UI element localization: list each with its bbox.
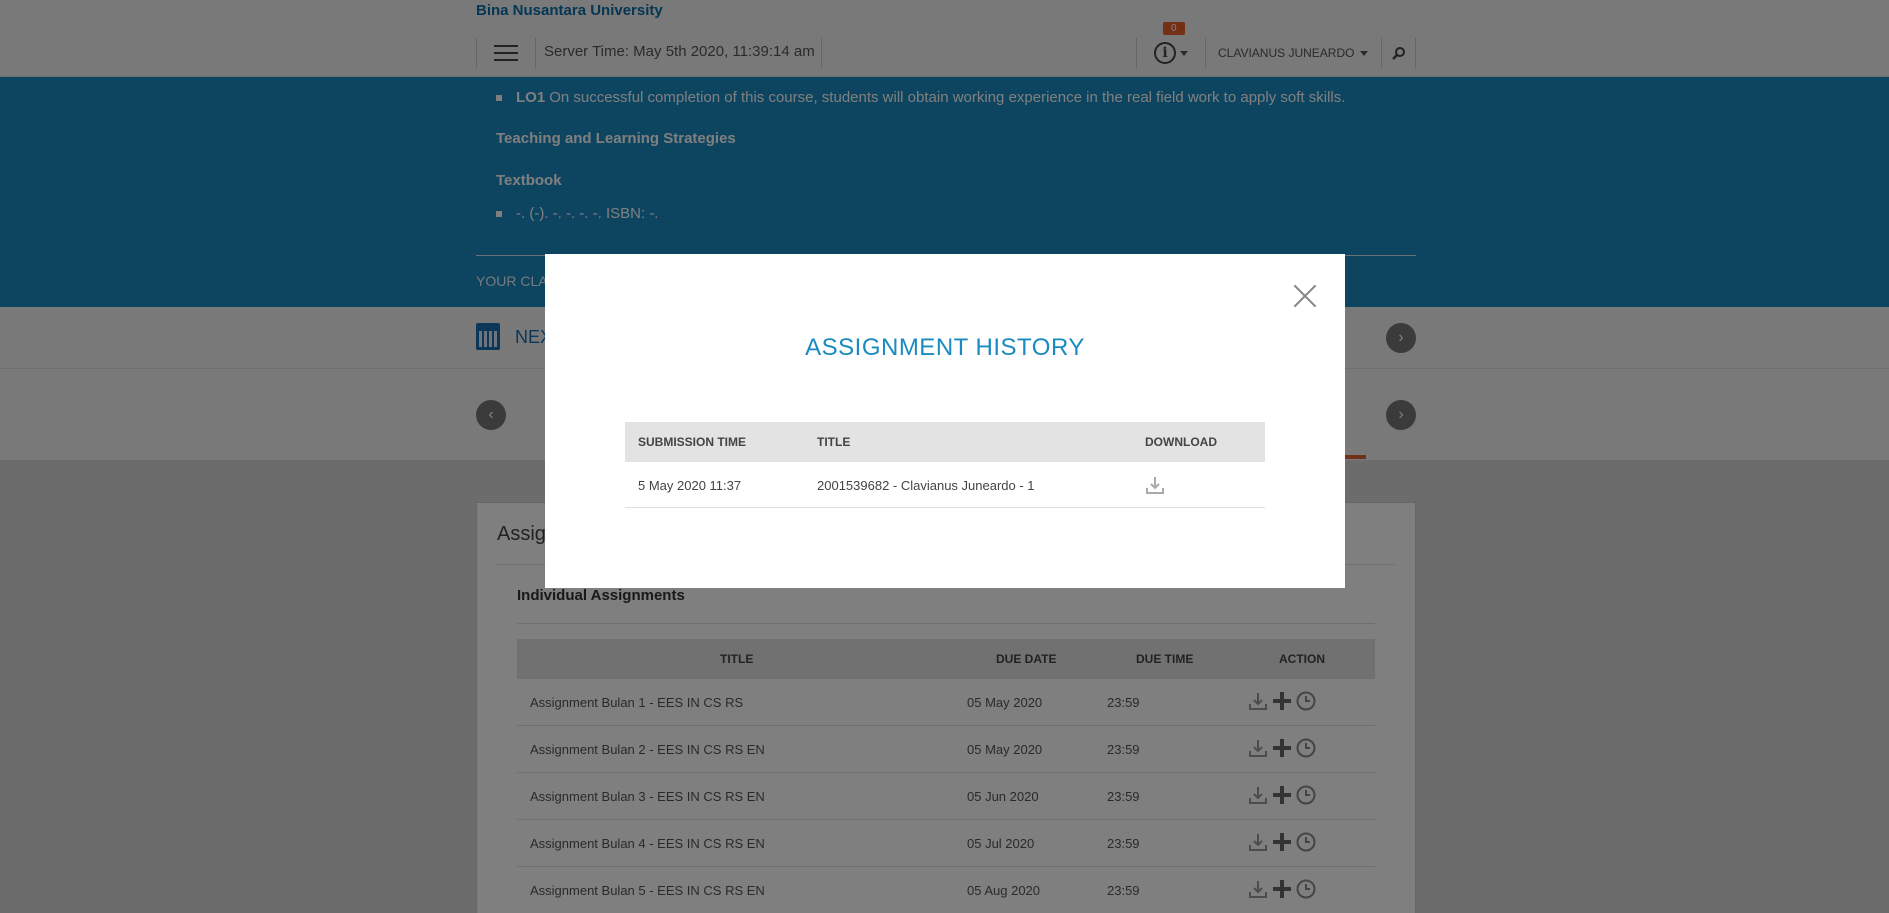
table-header: SUBMISSION TIME TITLE DOWNLOAD	[625, 422, 1265, 462]
column-header: DOWNLOAD	[1145, 435, 1217, 449]
submission-title: 2001539682 - Clavianus Juneardo - 1	[817, 478, 1035, 493]
table-row: 5 May 2020 11:37 2001539682 - Clavianus …	[625, 462, 1265, 508]
close-icon[interactable]	[1293, 284, 1317, 308]
modal-title: ASSIGNMENT HISTORY	[805, 334, 1085, 361]
assignment-history-modal: ASSIGNMENT HISTORY SUBMISSION TIME TITLE…	[545, 254, 1345, 588]
submission-time: 5 May 2020 11:37	[638, 478, 742, 493]
column-header: TITLE	[817, 435, 851, 449]
column-header: SUBMISSION TIME	[638, 435, 747, 449]
history-table: SUBMISSION TIME TITLE DOWNLOAD 5 May 202…	[625, 422, 1265, 508]
download-icon[interactable]	[1144, 474, 1166, 496]
